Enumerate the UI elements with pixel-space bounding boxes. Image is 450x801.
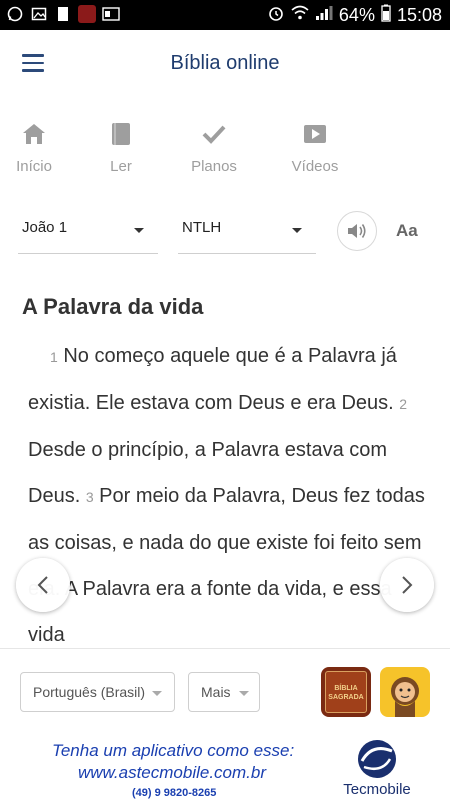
caret-down-icon [152,691,162,696]
battery-icon [381,4,391,27]
book-chapter-select[interactable]: João 1 [18,208,158,254]
nav-label: Vídeos [291,158,339,175]
bible-sagrada-app-icon[interactable]: BÍBLIA SAGRADA [321,667,371,717]
bible-app-label: BÍBLIA SAGRADA [326,684,366,702]
status-bar: 64% 15:08 [0,0,450,30]
translate-icon [102,5,120,23]
chapter-text: 1 No começo aquele que é a Palavra já ex… [28,333,428,658]
book-icon [81,120,161,148]
book-cover: BÍBLIA SAGRADA [325,671,367,713]
previous-chapter-button[interactable] [16,558,70,612]
alarm-icon [267,4,285,27]
next-chapter-button[interactable] [380,558,434,612]
home-icon [0,120,74,148]
clock: 15:08 [396,5,442,25]
play-icon [275,120,355,148]
nav-item-videos[interactable]: Vídeos [275,120,355,175]
document-icon [54,5,72,23]
nav-item-planos[interactable]: Planos [174,120,254,175]
section-heading: A Palavra da vida [22,294,204,319]
kids-bible-app-icon[interactable] [380,667,430,717]
ad-website[interactable]: www.astecmobile.com.br [78,763,266,783]
main-nav: Início Ler Planos Vídeos [0,120,450,180]
caret-down-icon [134,228,144,233]
version-select[interactable]: NTLH [178,208,316,254]
ad-phone: (49) 9 9820-8265 [132,787,217,799]
nav-label: Início [16,158,52,175]
verse-number: 1 [50,349,58,365]
verse-text: No começo aquele que é a Palavra já exis… [28,345,400,414]
battery-percent: 64% [338,5,375,25]
audio-button[interactable] [337,211,377,251]
language-select[interactable]: Português (Brasil) [20,672,175,712]
more-select[interactable]: Mais [188,672,260,712]
book-chapter-value: João 1 [22,219,68,236]
whatsapp-icon [6,5,24,23]
bible-app-label-2: SAGRADA [328,694,364,701]
wifi-icon [291,5,309,26]
bible-app-notification-icon [78,5,96,23]
bible-app-label-1: BÍBLIA [334,685,358,692]
more-value: Mais [201,684,231,700]
language-value: Português (Brasil) [33,684,146,700]
tecmobile-logo-icon [358,740,396,778]
caret-down-icon [292,228,302,233]
nav-item-ler[interactable]: Ler [81,120,161,175]
page-title: Bíblia online [170,52,280,74]
speaker-icon [348,224,366,238]
ad-line-1: Tenha um aplicativo como esse: [52,741,295,760]
nav-label: Ler [110,158,132,175]
image-icon [30,5,48,23]
notification-icons [6,5,120,23]
font-size-button[interactable]: Aa [396,221,418,241]
chevron-left-icon [37,576,48,594]
verse-number: 3 [85,489,94,505]
advertisement-banner[interactable]: Tenha um aplicativo como esse: www.astec… [0,737,450,801]
chevron-right-icon [402,576,413,594]
bottom-panel: Português (Brasil) Mais BÍBLIA SAGRADA Te… [0,648,450,800]
jesus-cartoon-icon [391,677,419,717]
nav-label: Planos [191,158,237,175]
system-indicators: 64% 15:08 [267,4,442,27]
caret-down-icon [239,691,249,696]
signal-icon [315,5,333,26]
brand-name: Tecmobile [343,781,411,798]
verse-number: 2 [399,396,408,412]
nav-item-inicio[interactable]: Início [0,120,74,175]
reading-selectors: João 1 NTLH [0,208,450,254]
verse-text: A Palavra era a fonte da vida, e essa vi… [28,578,392,646]
version-value: NTLH [182,219,222,236]
check-icon [174,120,254,148]
tecmobile-logo[interactable]: Tecmobile [342,737,412,799]
app-header: Bíblia online [0,30,450,98]
